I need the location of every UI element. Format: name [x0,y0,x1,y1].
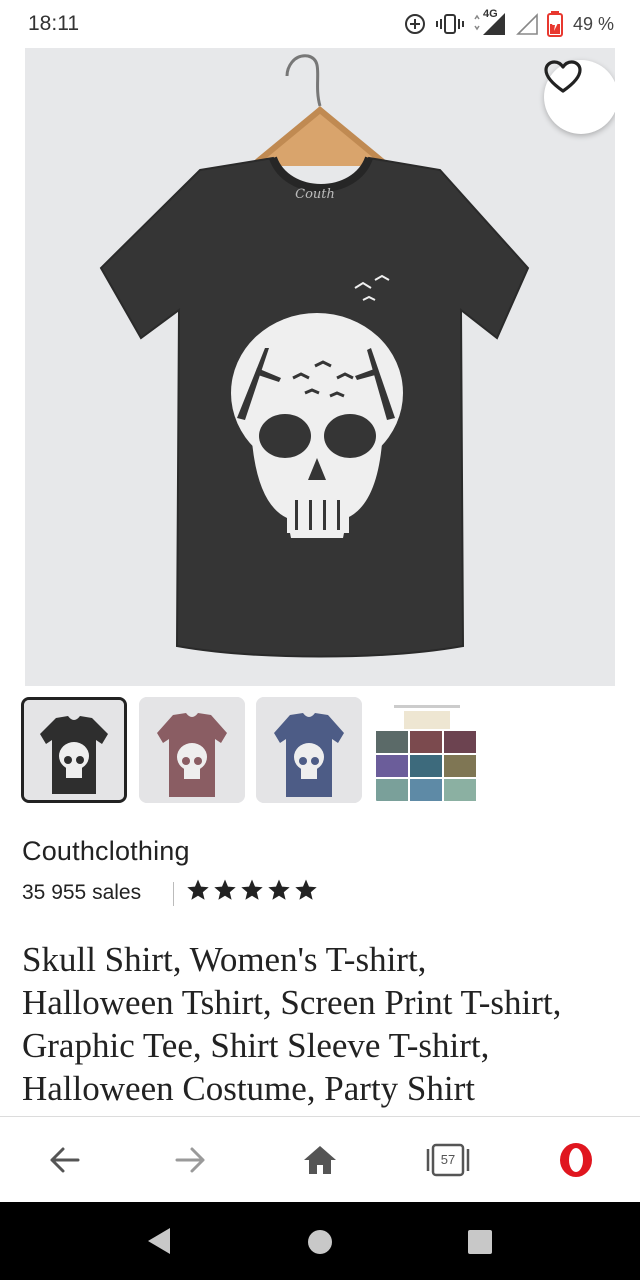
tabs-button[interactable]: 57 [408,1117,488,1203]
thumbnail-maroon[interactable] [139,697,245,803]
back-button[interactable] [24,1117,104,1203]
triangle-back-icon [148,1228,170,1254]
vibrate-icon [435,12,465,36]
system-back-button[interactable] [146,1226,172,1261]
forward-button[interactable] [151,1117,231,1203]
product-title-line: Skull Shirt, Women's T-shirt, [22,940,427,979]
star-icon [295,879,317,900]
product-title-line: Halloween Tshirt, Screen Print T-shirt, [22,983,562,1022]
back-arrow-icon [50,1147,80,1173]
opera-icon [560,1143,592,1177]
battery-percent: 49 % [572,13,614,34]
opera-menu-button[interactable] [536,1117,616,1203]
signal-secondary-icon [515,12,539,36]
product-title: Skull Shirt, Women's T-shirt, Halloween … [22,938,622,1110]
rating-stars[interactable] [186,878,318,902]
star-icon [268,879,290,900]
circle-home-icon [308,1230,332,1254]
system-navigation-bar [0,1202,640,1280]
product-image[interactable]: Couth [25,48,615,686]
thumbnail-black[interactable] [21,697,127,803]
product-title-line: Graphic Tee, Shirt Sleeve T-shirt, [22,1026,490,1065]
network-type: 4G [482,8,498,20]
home-icon [304,1146,336,1174]
system-recents-button[interactable] [467,1229,493,1260]
sales-count: 35 955 sales [22,881,142,904]
tabs-icon: 57 [426,1143,470,1177]
thumbnail-blue[interactable] [256,697,362,803]
data-saver-icon [403,12,427,36]
divider [173,882,174,906]
shirt-label-text: Couth [295,187,335,202]
status-icons: 4G 49 % [403,8,614,39]
product-title-line: Halloween Costume, Party Shirt [22,1069,476,1108]
status-bar: 18:11 4G 49 % [0,0,640,48]
shop-name[interactable]: Couthclothing [22,836,190,867]
system-home-button[interactable] [307,1229,333,1260]
browser-toolbar: 57 [0,1116,640,1202]
favorite-button[interactable] [544,60,615,134]
tab-count: 57 [440,1152,456,1167]
star-icon [187,879,209,900]
status-time: 18:11 [28,12,79,35]
thumbnail-color-chart[interactable] [374,697,480,803]
star-icon [241,879,263,900]
forward-arrow-icon [175,1147,205,1173]
signal-4g-icon: 4G [473,8,507,37]
star-icon [214,879,236,900]
home-button[interactable] [280,1117,360,1203]
battery-icon [546,11,563,37]
square-recents-icon [468,1230,492,1254]
